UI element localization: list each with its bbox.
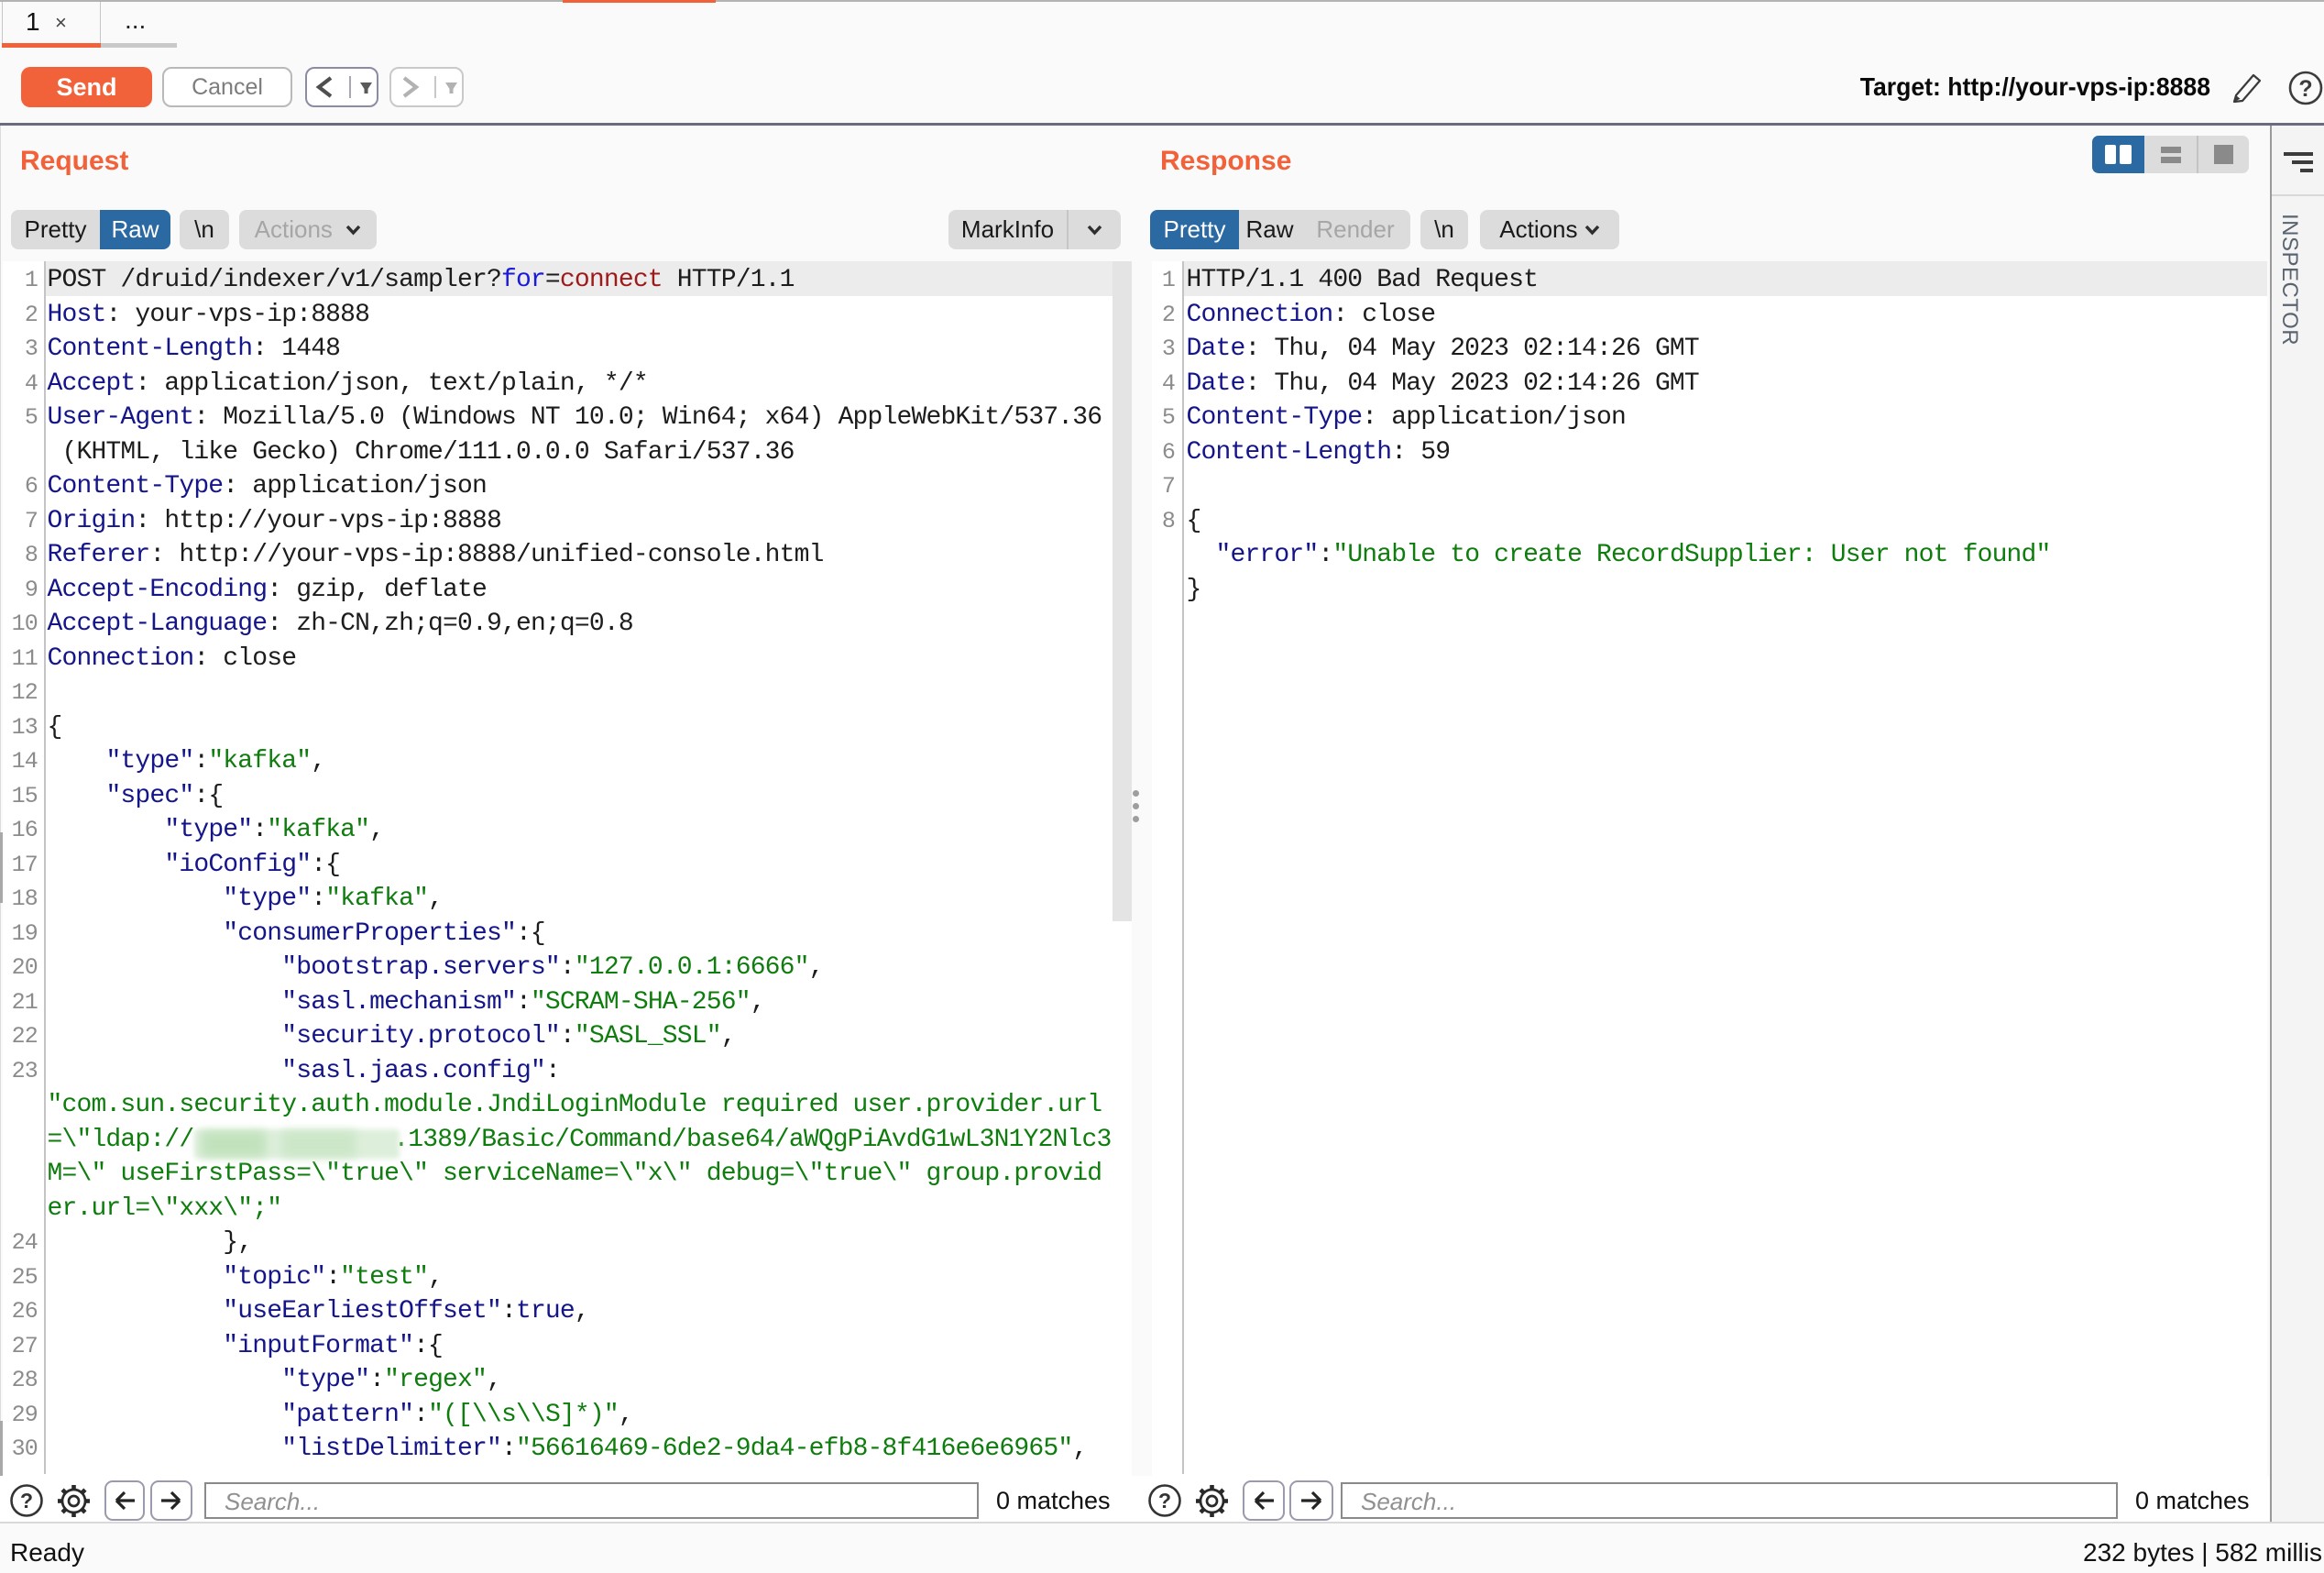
svg-text:?: ?: [2298, 76, 2312, 102]
svg-text:?: ?: [20, 1489, 33, 1512]
svg-text:?: ?: [1158, 1489, 1171, 1512]
